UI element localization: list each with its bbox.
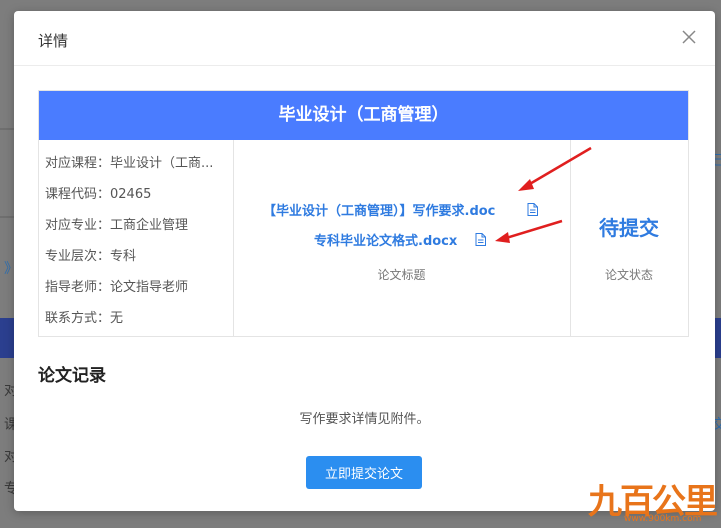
detail-modal: 详情 毕业设计（工商管理） 对应课程：毕业设计（工商... 课程代码：02465… bbox=[14, 11, 715, 511]
watermark-url: www.900km.com bbox=[624, 514, 702, 524]
background-band bbox=[715, 318, 721, 358]
info-value: 论文指导老师 bbox=[110, 280, 189, 295]
background-divider bbox=[0, 216, 14, 218]
records-note: 写作要求详情见附件。 bbox=[299, 412, 430, 427]
info-label: 指导老师： bbox=[45, 280, 111, 295]
info-row-contact: 联系方式：无 bbox=[45, 307, 231, 326]
info-row-advisor: 指导老师：论文指导老师 bbox=[45, 276, 231, 295]
background-divider bbox=[0, 128, 14, 130]
info-value: 无 bbox=[110, 311, 124, 326]
annotation-arrow bbox=[495, 146, 592, 243]
background-band bbox=[0, 318, 14, 358]
submit-thesis-button[interactable]: 立即提交论文 bbox=[306, 456, 422, 489]
info-label: 联系方式： bbox=[45, 311, 111, 326]
watermark-logo: 九百公里 www.900km.com bbox=[588, 474, 721, 528]
records-section-title: 论文记录 bbox=[38, 366, 106, 386]
